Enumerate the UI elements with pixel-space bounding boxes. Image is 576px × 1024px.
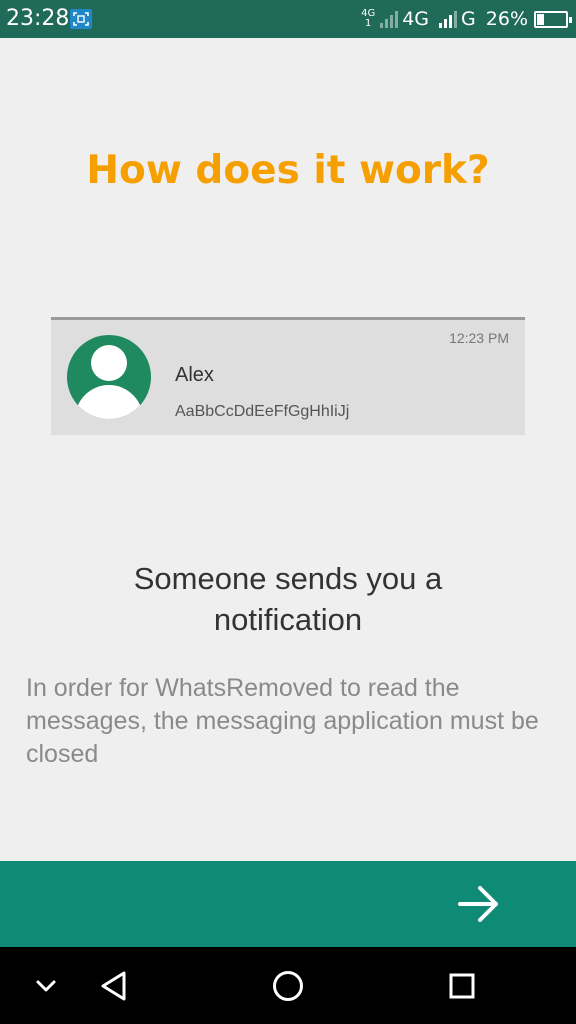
- step-description: In order for WhatsRemoved to read the me…: [26, 674, 539, 768]
- battery-icon: [534, 10, 572, 28]
- network-small-bottom: 1: [364, 18, 372, 29]
- network-type-primary: 4G: [402, 8, 430, 30]
- back-triangle-icon: [101, 971, 126, 1001]
- status-indicators: 4G 1 4G G 26%: [361, 7, 572, 31]
- battery-percent: 26%: [485, 8, 528, 30]
- status-time: 23:28: [6, 6, 70, 31]
- battery-fill: [537, 13, 544, 25]
- action-bar: [0, 861, 576, 947]
- signal-bars-icon: [380, 10, 399, 28]
- recent-square-icon: [449, 973, 475, 999]
- chevron-down-icon: [36, 980, 56, 992]
- nav-hide-button[interactable]: [16, 947, 76, 1024]
- home-circle-icon: [273, 971, 303, 1001]
- status-bar: 23:28 4G 1 4G G 26%: [0, 0, 576, 38]
- nav-home-button[interactable]: [258, 947, 318, 1024]
- system-nav-bar: [0, 947, 576, 1024]
- notification-sender: Alex: [175, 364, 214, 386]
- network-type-secondary: G: [461, 8, 476, 30]
- signal-bars-icon: [439, 10, 458, 28]
- nav-recent-button[interactable]: [432, 947, 492, 1024]
- next-button[interactable]: [452, 879, 506, 929]
- arrow-right-icon: [458, 886, 498, 922]
- notification-message: AaBbCcDdEeFfGgHhIiJj: [175, 403, 350, 420]
- page-title: How does it work?: [86, 148, 490, 193]
- screenshot-icon: [70, 9, 92, 29]
- notification-time: 12:23 PM: [449, 330, 509, 346]
- step-subtitle: Someone sends you a notification: [133, 561, 443, 637]
- nav-back-button[interactable]: [84, 947, 144, 1024]
- network-type-small: 4G 1: [361, 9, 375, 29]
- avatar-icon: [67, 335, 151, 419]
- notification-example: 12:23 PM Alex AaBbCcDdEeFfGgHhIiJj: [51, 317, 525, 435]
